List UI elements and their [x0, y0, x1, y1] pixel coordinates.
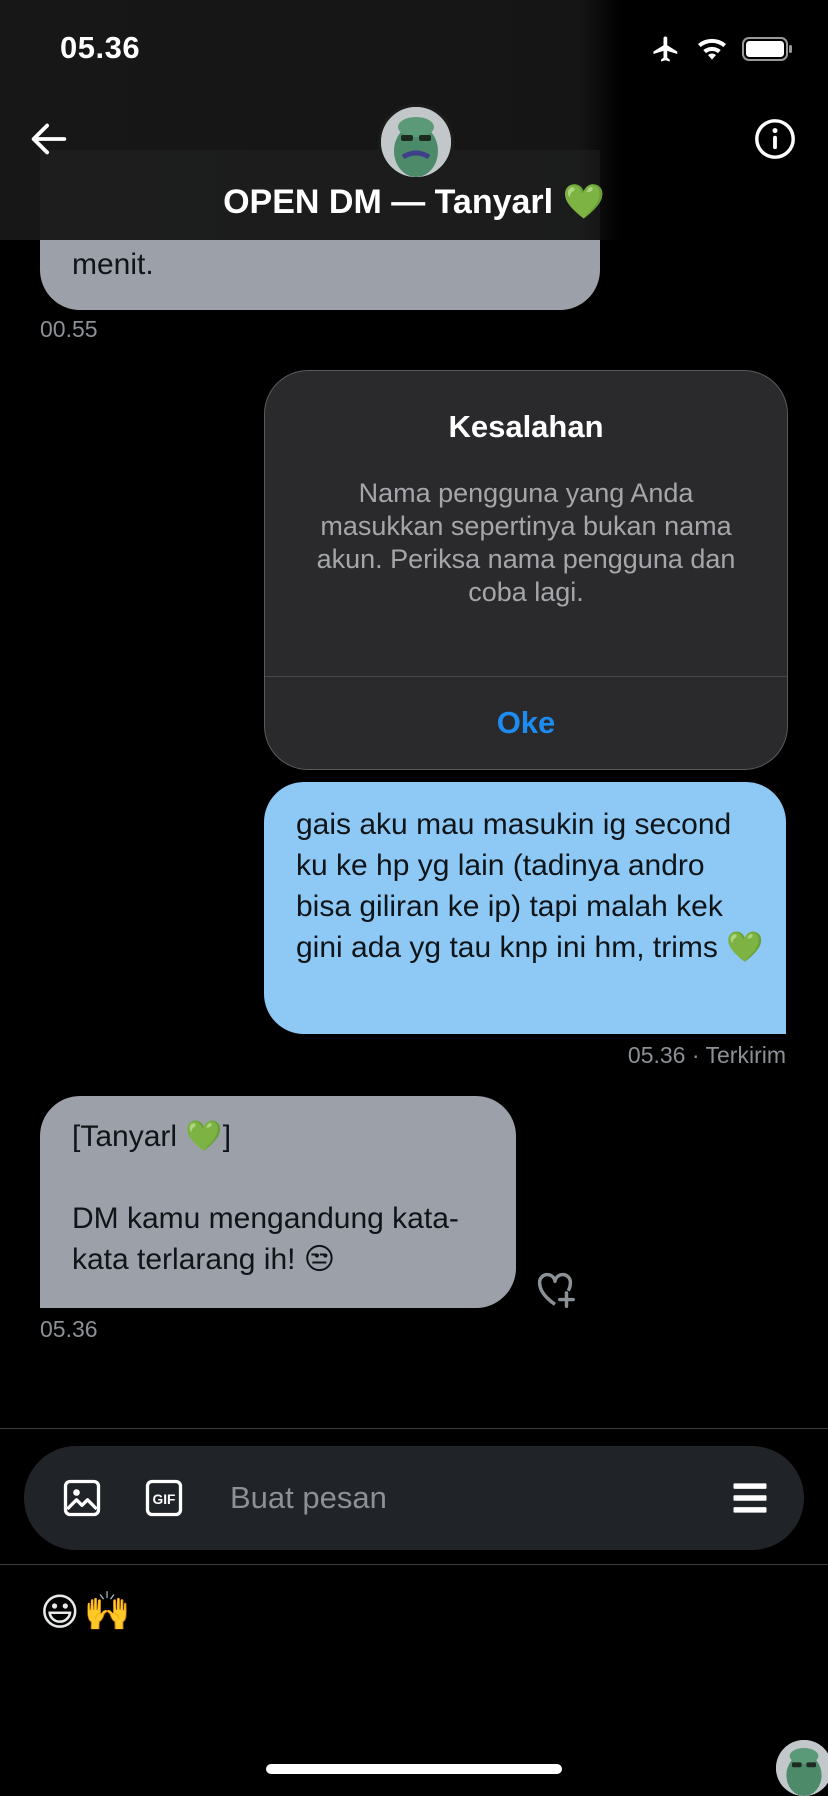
alert-title: Kesalahan: [448, 409, 604, 444]
alert-ok-button: Oke: [496, 705, 556, 740]
error-alert-image[interactable]: Kesalahan Nama pengguna yang Anda masukk…: [264, 370, 788, 770]
message-timestamp: 00.55: [40, 316, 98, 342]
add-gif-button[interactable]: GIF: [142, 1476, 186, 1520]
back-button[interactable]: [26, 116, 72, 162]
heart-plus-icon: [537, 1272, 575, 1308]
menu-button[interactable]: [728, 1476, 772, 1520]
svg-text:GIF: GIF: [153, 1492, 176, 1507]
floating-avatar[interactable]: [776, 1740, 828, 1796]
battery-icon: [742, 37, 792, 61]
avatar-frog-image: [381, 107, 451, 177]
alert-message: Nama pengguna yang Anda masukkan seperti…: [316, 478, 736, 607]
info-icon: [755, 119, 795, 159]
info-button[interactable]: [752, 116, 798, 162]
avatar-frog-image: [776, 1740, 828, 1796]
emoji-suggestions: 😃 🙌: [40, 1590, 131, 1635]
status-icons: [650, 34, 794, 64]
emoji-suggestion[interactable]: 😃: [40, 1590, 80, 1635]
wifi-icon: [698, 38, 726, 60]
avatar[interactable]: [378, 104, 454, 180]
airplane-icon: [653, 36, 678, 62]
status-time: 05.36: [60, 30, 141, 65]
message-timestamp: 05.36: [627, 1042, 686, 1068]
menu-icon: [733, 1483, 767, 1513]
message-status: · Terkirim: [691, 1042, 786, 1068]
message-input[interactable]: Buat pesan: [230, 1470, 387, 1526]
image-icon: [63, 1479, 101, 1517]
composer-bottom-divider: [0, 1564, 828, 1565]
status-bar: 05.36: [0, 0, 828, 100]
add-image-button[interactable]: [60, 1476, 104, 1520]
emoji-suggestion[interactable]: 🙌: [84, 1590, 131, 1635]
composer-top-divider: [0, 1428, 828, 1429]
conversation-title: OPEN DM — Tanyarl 💚: [223, 183, 605, 221]
home-indicator: [266, 1764, 562, 1774]
message-timestamp: 05.36: [40, 1316, 98, 1342]
message-sender-tag: [Tanyarl 💚]: [72, 1120, 232, 1153]
message-bubble-incoming[interactable]: [Tanyarl 💚] DM kamu mengandung kata-kata…: [40, 1096, 516, 1308]
message-text: gais aku mau masukin ig second ku ke hp …: [296, 808, 764, 964]
message-bubble-outgoing[interactable]: gais aku mau masukin ig second ku ke hp …: [264, 782, 786, 1034]
like-button[interactable]: [532, 1266, 578, 1312]
gif-icon: GIF: [145, 1479, 183, 1517]
arrow-left-icon: [31, 123, 67, 155]
composer-bar: GIF Buat pesan: [24, 1446, 804, 1550]
message-text: menit.: [72, 248, 154, 281]
message-meta: 05.36 · Terkirim: [628, 1042, 786, 1069]
message-text: DM kamu mengandung kata-kata terlarang i…: [72, 1202, 459, 1276]
